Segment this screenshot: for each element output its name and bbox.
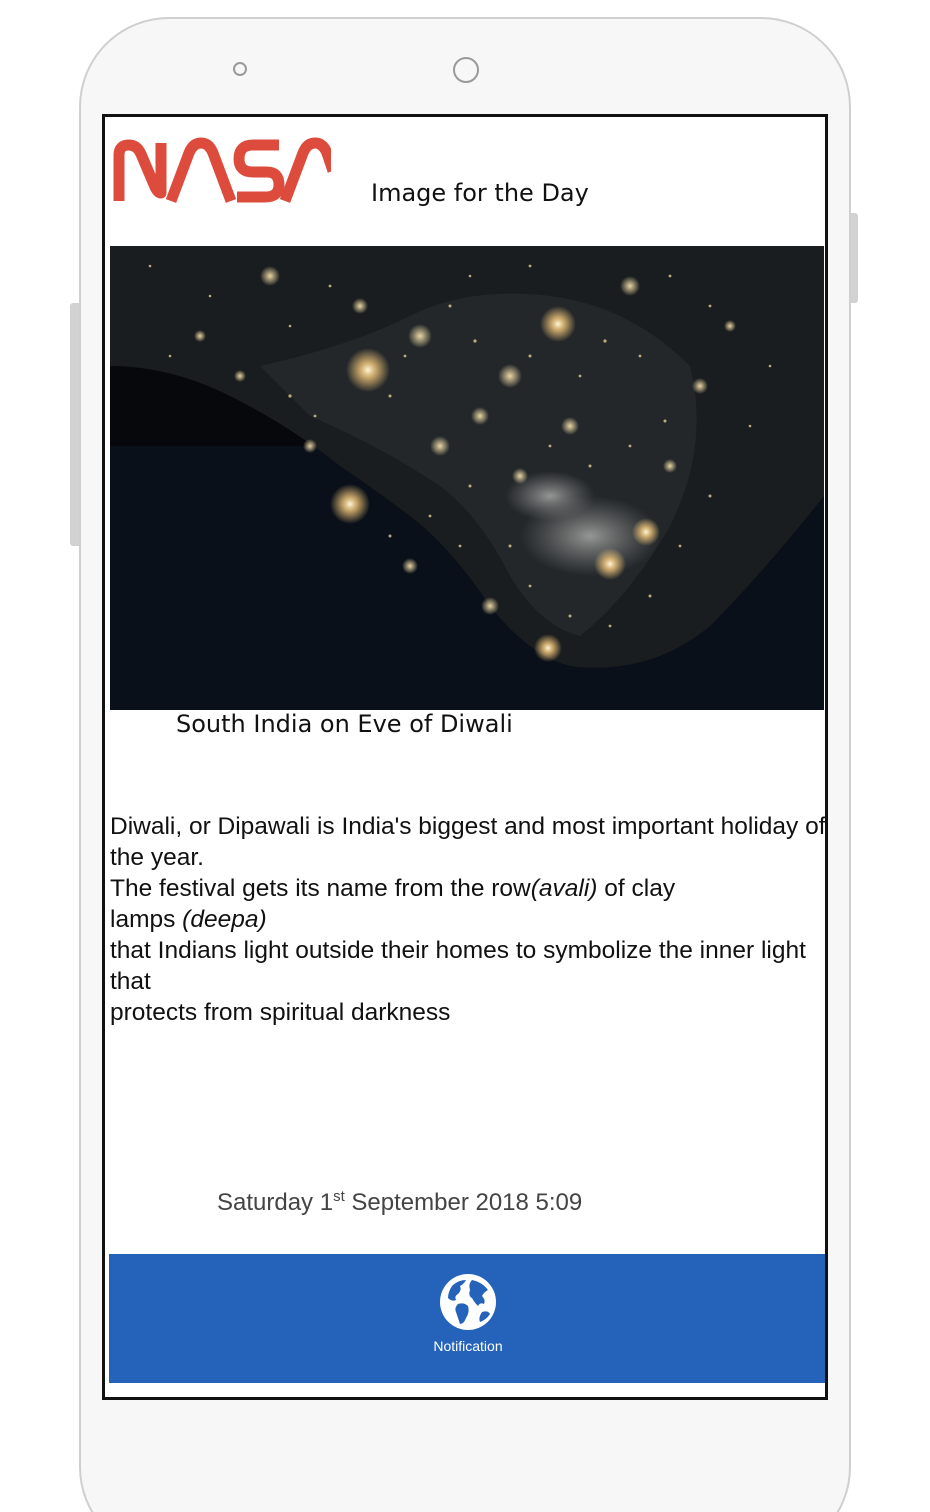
description-emphasis: (deepa) <box>182 906 267 933</box>
date-text: Saturday 1 <box>217 1189 334 1216</box>
description-line: The festival gets its name from the row(… <box>110 873 825 904</box>
description-text: The festival gets its name from the row <box>110 875 531 902</box>
nasa-logo <box>113 137 331 203</box>
volume-button <box>70 303 79 546</box>
description-emphasis: (avali) <box>530 875 598 902</box>
globe-icon <box>440 1274 496 1330</box>
satellite-image <box>110 246 824 710</box>
description-text: lamps <box>110 906 183 933</box>
app-screen: Image for the Day South India on Eve of … <box>102 114 828 1400</box>
image-description: Diwali, or Dipawali is India's biggest a… <box>110 811 826 1028</box>
bottom-navigation: Notification <box>109 1254 825 1383</box>
description-line: protects from spiritual darkness <box>110 999 451 1026</box>
notification-label: Notification <box>433 1338 503 1354</box>
page-title: Image for the Day <box>371 179 589 207</box>
description-text: of clay <box>597 875 676 902</box>
front-camera <box>453 57 479 83</box>
date-text: September 2018 5:09 <box>344 1189 583 1216</box>
date-ordinal: st <box>333 1188 345 1205</box>
description-line: lamps (deepa) <box>110 904 825 935</box>
description-line: that Indians light outside their homes t… <box>110 937 806 995</box>
notification-button[interactable]: Notification <box>418 1272 518 1372</box>
description-line: Diwali, or Dipawali is India's biggest a… <box>110 813 826 871</box>
image-caption: South India on Eve of Diwali <box>176 710 513 738</box>
device-mockup: Image for the Day South India on Eve of … <box>0 0 930 1512</box>
date-time: Saturday 1st September 2018 5:09 <box>217 1188 582 1217</box>
power-button <box>851 213 858 303</box>
proximity-sensor <box>233 62 247 76</box>
